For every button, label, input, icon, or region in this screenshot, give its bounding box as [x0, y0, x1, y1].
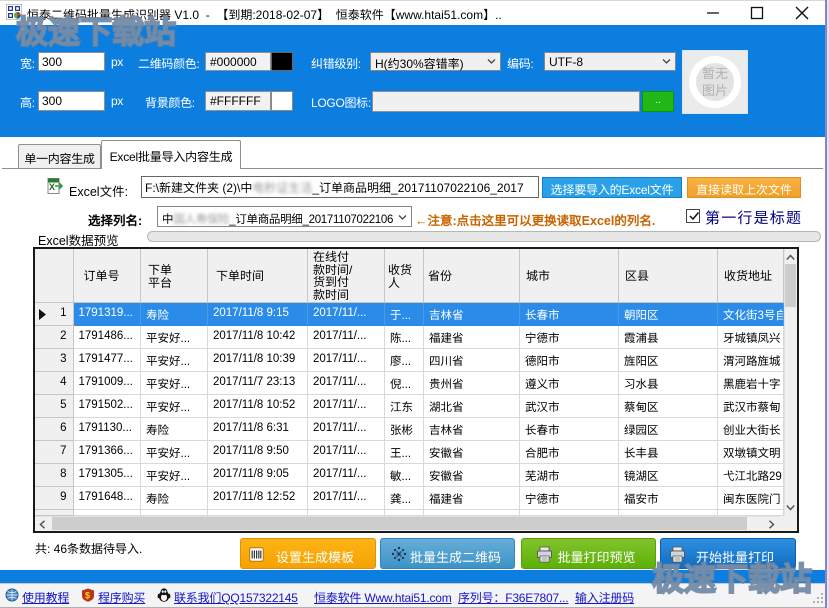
svg-text:$: $	[85, 591, 90, 601]
svg-text:X: X	[49, 182, 55, 192]
